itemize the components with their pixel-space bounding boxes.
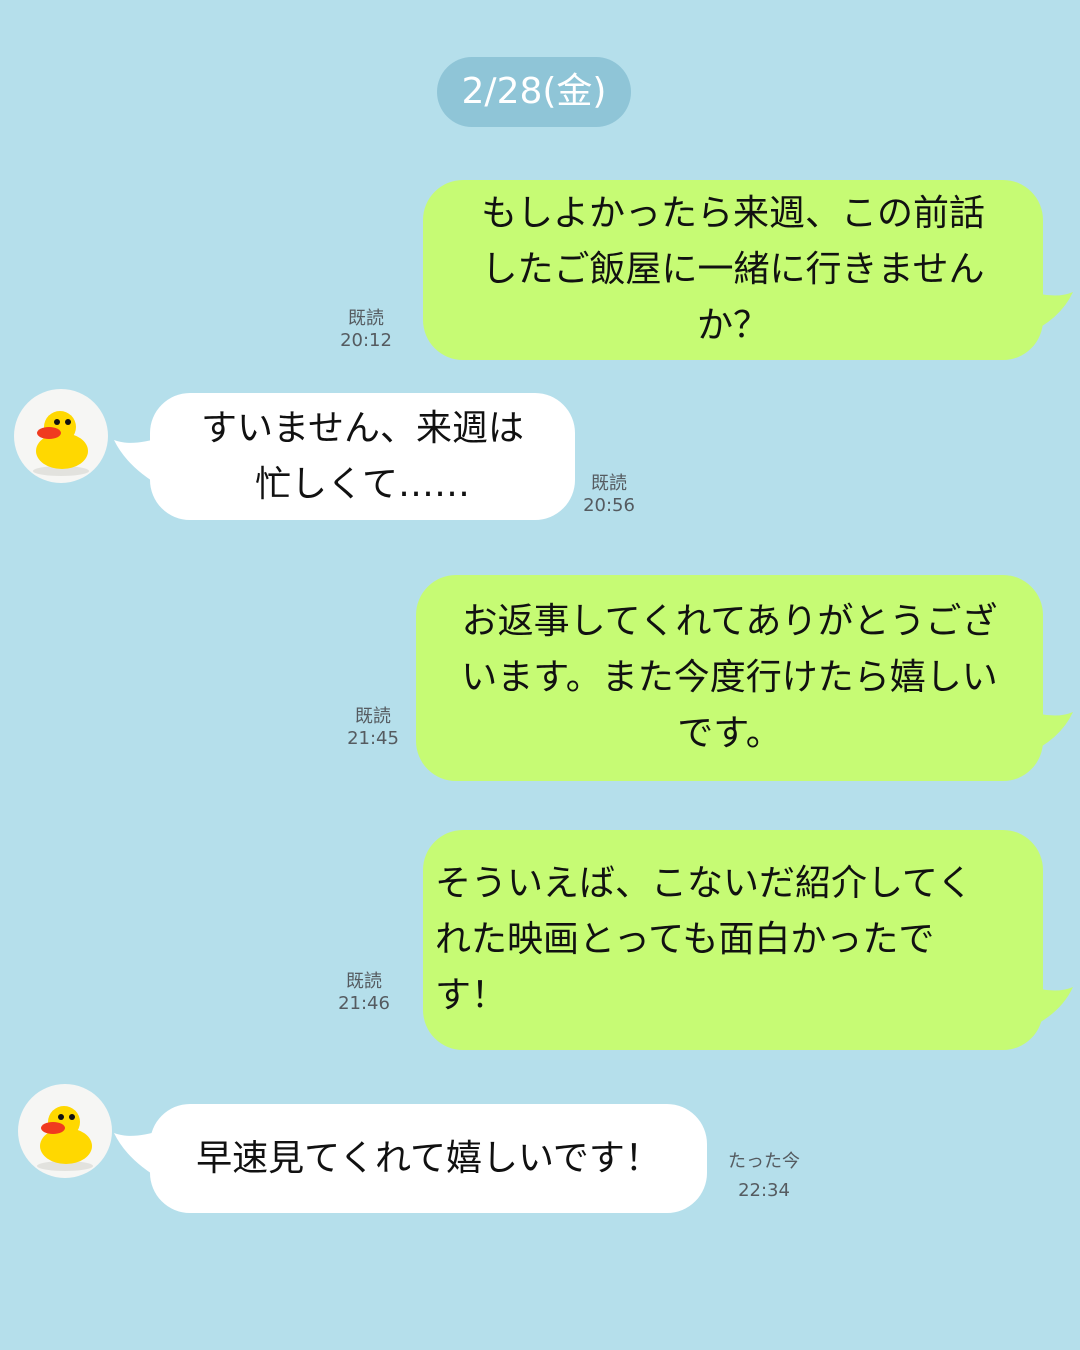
bubble-tail	[1025, 985, 1073, 1030]
read-receipt: たった今	[728, 1151, 800, 1172]
message-meta: 既読 20:12	[330, 308, 402, 352]
read-receipt: 既読	[346, 971, 382, 992]
message-meta: 既読 21:46	[328, 971, 400, 1015]
bubble-tail	[114, 437, 162, 487]
rubber-duck-icon	[33, 411, 89, 476]
message-bubble-received[interactable]: 早速見てくれて嬉しいです！	[150, 1104, 707, 1213]
read-receipt: 既読	[355, 706, 391, 727]
read-receipt: 既読	[591, 473, 627, 494]
rubber-duck-icon	[37, 1106, 93, 1171]
message-text: すいません、来週は 忙しくて……	[201, 407, 524, 505]
message-bubble-sent[interactable]: そういえば、こないだ紹介してく れた映画とっても面白かったで す！	[423, 830, 1043, 1050]
message-text: 早速見てくれて嬉しいです！	[196, 1137, 661, 1179]
message-time: 20:12	[340, 330, 392, 351]
message-meta: 既読 21:45	[337, 706, 409, 750]
read-receipt: 既読	[348, 308, 384, 329]
avatar[interactable]	[18, 1084, 112, 1178]
message-time: 21:46	[338, 993, 390, 1014]
message-text: そういえば、こないだ紹介してく れた映画とっても面白かったで す！	[435, 863, 973, 1016]
message-meta: 既読 20:56	[573, 473, 645, 517]
bubble-tail	[1025, 710, 1073, 755]
message-time: 22:34	[738, 1180, 790, 1201]
message-time: 21:45	[347, 728, 399, 749]
message-text: お返事してくれてありがとうござ います。また今度行けたら嬉しい です。	[461, 601, 998, 754]
message-bubble-sent[interactable]: もしよかったら来週、この前話 したご飯屋に一緒に行きません か？	[423, 180, 1043, 360]
message-text: もしよかったら来週、この前話 したご飯屋に一緒に行きません か？	[480, 193, 985, 346]
message-bubble-received[interactable]: すいません、来週は 忙しくて……	[150, 393, 575, 520]
bubble-tail	[114, 1130, 162, 1180]
date-header: 2/28(金)	[437, 57, 631, 127]
avatar[interactable]	[14, 389, 108, 483]
message-bubble-sent[interactable]: お返事してくれてありがとうござ います。また今度行けたら嬉しい です。	[416, 575, 1043, 781]
bubble-tail	[1025, 290, 1073, 335]
message-time: 20:56	[583, 495, 635, 516]
message-meta: たった今 22:34	[722, 1147, 806, 1205]
